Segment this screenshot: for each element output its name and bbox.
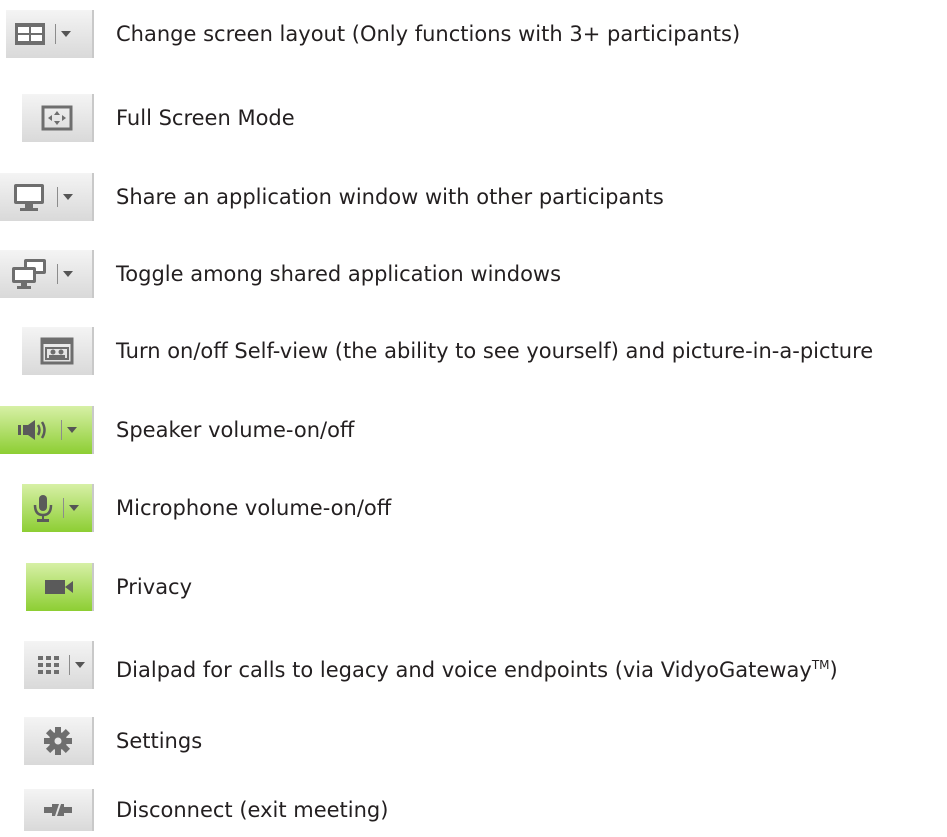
chevron-down-icon[interactable] [67, 427, 77, 433]
dropdown-separator [57, 187, 58, 207]
legend-row-settings: Settings [0, 717, 947, 765]
legend-row-toggle-shares: Toggle among shared application windows [0, 250, 947, 298]
legend-label: Dialpad for calls to legacy and voice en… [116, 641, 838, 689]
legend-label: Full Screen Mode [116, 106, 295, 130]
dropdown-separator [57, 264, 58, 284]
self-view-button[interactable] [22, 327, 94, 375]
dropdown-separator [69, 655, 70, 675]
label-text: Dialpad for calls to legacy and voice en… [116, 658, 812, 682]
chevron-down-icon[interactable] [75, 662, 85, 668]
microphone-icon [22, 484, 60, 532]
disconnect-button[interactable] [24, 789, 94, 831]
legend-label: Share an application window with other p… [116, 185, 664, 209]
layout-grid-icon [6, 10, 52, 58]
label-end: ) [829, 658, 838, 682]
speaker-icon [0, 406, 58, 454]
legend-label: Disconnect (exit meeting) [116, 798, 389, 822]
dialpad-icon [24, 641, 66, 689]
dropdown-separator [63, 498, 64, 518]
chevron-down-icon[interactable] [61, 31, 71, 37]
self-view-icon [37, 327, 77, 375]
legend-row-disconnect: Disconnect (exit meeting) [0, 789, 947, 837]
chevron-down-icon[interactable] [63, 271, 73, 277]
legend-label: Toggle among shared application windows [116, 262, 562, 286]
dual-monitor-icon [0, 250, 54, 298]
layout-button[interactable] [6, 10, 94, 58]
video-camera-icon [39, 563, 79, 611]
legend-label: Microphone volume-on/off [116, 496, 392, 520]
legend-row-fullscreen: Full Screen Mode [0, 94, 947, 142]
legend-row-dialpad: Dialpad for calls to legacy and voice en… [0, 641, 947, 689]
legend-row-self-view: Turn on/off Self-view (the ability to se… [0, 327, 947, 375]
fullscreen-icon [37, 94, 77, 142]
gear-icon [38, 717, 78, 765]
monitor-icon [0, 173, 54, 221]
legend-label: Change screen layout (Only functions wit… [116, 22, 741, 46]
chevron-down-icon[interactable] [63, 194, 73, 200]
chevron-down-icon[interactable] [69, 505, 79, 511]
microphone-button[interactable] [22, 484, 94, 532]
legend-label: Privacy [116, 575, 193, 599]
dialpad-button[interactable] [24, 641, 94, 689]
share-button[interactable] [0, 173, 94, 221]
legend-row-privacy: Privacy [0, 563, 947, 611]
toggle-shares-button[interactable] [0, 250, 94, 298]
dropdown-separator [55, 24, 56, 44]
legend-label: Speaker volume-on/off [116, 418, 355, 442]
settings-button[interactable] [24, 717, 94, 765]
privacy-button[interactable] [26, 563, 94, 611]
trademark-mark: TM [811, 658, 830, 672]
legend-label: Turn on/off Self-view (the ability to se… [116, 339, 874, 363]
speaker-button[interactable] [0, 406, 94, 454]
fullscreen-button[interactable] [22, 94, 94, 142]
legend-row-speaker: Speaker volume-on/off [0, 406, 947, 454]
disconnect-icon [38, 789, 78, 831]
dropdown-separator [61, 420, 62, 440]
toolbar-legend: Change screen layout (Only functions wit… [0, 0, 947, 831]
legend-row-layout: Change screen layout (Only functions wit… [0, 10, 947, 58]
legend-row-microphone: Microphone volume-on/off [0, 484, 947, 532]
legend-label: Settings [116, 729, 203, 753]
legend-row-share: Share an application window with other p… [0, 173, 947, 221]
